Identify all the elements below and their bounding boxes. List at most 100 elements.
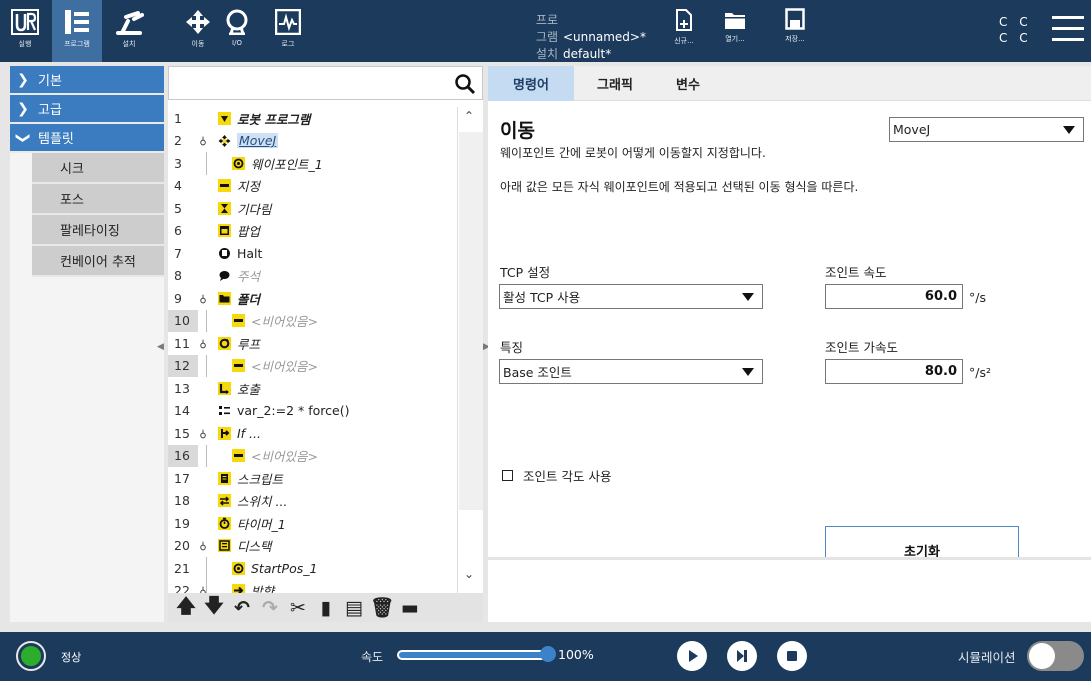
panel-bottom-area [488, 557, 1091, 622]
tree-row[interactable]: 4 지정 [168, 175, 457, 198]
suppress-icon[interactable]: ▬ [396, 595, 424, 621]
tree-row[interactable]: 15 ⚲ If ... [168, 422, 457, 445]
copy-icon[interactable]: ▮ [312, 595, 340, 621]
left-splitter-handle[interactable]: ◀ [157, 342, 164, 352]
redo-icon[interactable]: ↷ [256, 595, 284, 621]
scrollbar-thumb[interactable] [459, 132, 483, 510]
power-button[interactable] [16, 641, 46, 671]
tree-row[interactable]: 13 호출 [168, 377, 457, 400]
tree-node-label: <비어있음> [251, 314, 318, 330]
joint-speed-unit: °/s [969, 290, 986, 305]
search-icon[interactable] [454, 73, 476, 95]
tcp-select[interactable]: 활성 TCP 사용 [499, 284, 763, 309]
move-up-icon[interactable]: 🡅 [172, 595, 200, 621]
bottom-footer: 정상 속도 100% 시뮬레이션 [0, 632, 1091, 681]
tree-row[interactable]: 2 ⚲ MoveJ [168, 130, 457, 153]
template-conveyor-tracking[interactable]: 컨베이어 추적 [32, 246, 164, 277]
chevron-down-icon: ❯ [15, 131, 31, 144]
save-button[interactable]: 저장... [775, 0, 815, 62]
move-type-select[interactable]: MoveJ [889, 117, 1084, 142]
tab-variables[interactable]: 변수 [658, 66, 718, 101]
joint-speed-input[interactable]: 60.0 [825, 284, 963, 309]
fold-toggle-icon[interactable]: ⚲ [198, 135, 208, 146]
nav-io[interactable]: I/O [212, 0, 262, 62]
use-joint-angles-label: 조인트 각도 사용 [523, 469, 612, 484]
tree-row[interactable]: 20 ⚲ 디스택 [168, 535, 457, 558]
tree-row[interactable]: 7 Halt [168, 242, 457, 265]
tab-graphics[interactable]: 그래픽 [580, 66, 650, 101]
tree-line-number: 1 [174, 110, 182, 126]
tree-row[interactable]: 16 <비어있음> [168, 444, 457, 467]
tree-line-number: 16 [168, 444, 198, 467]
template-search[interactable]: 시크 [32, 153, 164, 184]
page-description: 아래 값은 모든 자식 웨이포인트에 적용되고 선택된 이동 형식을 따른다. [500, 180, 859, 194]
tree-row[interactable]: 8 주석 [168, 265, 457, 288]
tree-row[interactable]: 9 ⚲ 폴더 [168, 287, 457, 310]
category-advanced-label: 고급 [38, 103, 62, 118]
cut-icon[interactable]: ✂ [284, 595, 312, 621]
simulation-toggle[interactable] [1027, 641, 1084, 671]
delete-icon[interactable]: 🗑 [368, 595, 396, 621]
template-force[interactable]: 포스 [32, 184, 164, 215]
open-label: 열기... [725, 35, 745, 43]
tree-line-number: 10 [168, 309, 198, 332]
tree-line-number: 7 [174, 245, 182, 261]
tab-command[interactable]: 명령어 [488, 66, 574, 101]
fold-toggle-icon[interactable]: ⚲ [198, 338, 208, 349]
paste-icon[interactable]: ▤ [340, 595, 368, 621]
use-joint-angles-checkbox[interactable] [502, 470, 513, 481]
tree-toolbar: 🡅 🡇 ↶ ↷ ✂ ▮ ▤ 🗑 ▬ [168, 593, 483, 622]
tree-row[interactable]: 19 타이머_1 [168, 512, 457, 535]
nav-install[interactable]: 설치 [104, 0, 154, 62]
tree-scrollbar[interactable]: ⌃ ⌄ [457, 107, 483, 593]
nav-run[interactable]: 실행 [0, 0, 50, 62]
feature-select[interactable]: Base 조인트 [499, 359, 763, 384]
tree-line-number: 4 [174, 178, 182, 194]
tree-node-label: var_2:=2 * force() [237, 403, 350, 419]
tree-row[interactable]: 14 var_2:=2 * force() [168, 400, 457, 423]
program-tree: 1 로봇 프로그램 2 ⚲ MoveJ 3 웨이포인트_1 4 지정 5 기다림 6 팝업 7 Halt 8 주… [168, 107, 457, 593]
tree-row[interactable]: 10 <비어있음> [168, 309, 457, 332]
stop-button[interactable] [777, 641, 807, 671]
tree-row[interactable]: 6 팝업 [168, 220, 457, 243]
new-button[interactable]: 신규... [664, 0, 704, 62]
tree-node-label: 방향 [251, 584, 275, 593]
undo-icon[interactable]: ↶ [228, 595, 256, 621]
tree-row[interactable]: 12 <비어있음> [168, 354, 457, 377]
status-indicators: C C C C [999, 14, 1032, 46]
scroll-down-icon[interactable]: ⌄ [464, 567, 474, 581]
tree-node-label: 웨이포인트_1 [251, 156, 323, 172]
step-button[interactable] [727, 641, 757, 671]
joint-accel-input[interactable]: 80.0 [825, 359, 963, 384]
node-wait-icon [218, 201, 231, 215]
nav-program[interactable]: 프로그램 [52, 0, 102, 62]
tree-row[interactable]: 3 웨이포인트_1 [168, 152, 457, 175]
tree-row[interactable]: 5 기다림 [168, 197, 457, 220]
fold-toggle-icon[interactable]: ⚲ [198, 540, 208, 551]
tree-row[interactable]: 17 스크립트 [168, 467, 457, 490]
tree-search-input[interactable] [168, 66, 483, 100]
fold-toggle-icon[interactable]: ⚲ [198, 293, 208, 304]
nav-log[interactable]: 로그 [263, 0, 313, 62]
category-advanced[interactable]: ❯ 고급 [10, 95, 164, 124]
speed-slider-knob[interactable] [540, 646, 556, 662]
open-button[interactable]: 열기... [715, 0, 755, 62]
category-basic[interactable]: ❯ 기본 [10, 66, 164, 95]
hamburger-menu-icon[interactable] [1052, 16, 1084, 49]
tree-row[interactable]: 18 스위치 ... [168, 490, 457, 513]
play-button[interactable] [677, 641, 707, 671]
node-triangle-icon [218, 111, 231, 125]
scroll-up-icon[interactable]: ⌃ [464, 109, 474, 123]
category-templates[interactable]: ❯ 템플릿 [10, 124, 164, 153]
fold-toggle-icon[interactable]: ⚲ [198, 428, 208, 439]
speed-slider[interactable] [397, 650, 550, 660]
tree-row[interactable]: 21 StartPos_1 [168, 557, 457, 580]
io-icon [226, 9, 248, 35]
tree-line-number: 11 [174, 335, 190, 351]
template-palletizing[interactable]: 팔레타이징 [32, 215, 164, 246]
move-down-icon[interactable]: 🡇 [200, 595, 228, 621]
node-loop-icon [218, 336, 231, 350]
tree-row[interactable]: 1 로봇 프로그램 [168, 107, 457, 130]
tree-row[interactable]: 11 ⚲ 루프 [168, 332, 457, 355]
node-folder-icon [218, 291, 231, 305]
